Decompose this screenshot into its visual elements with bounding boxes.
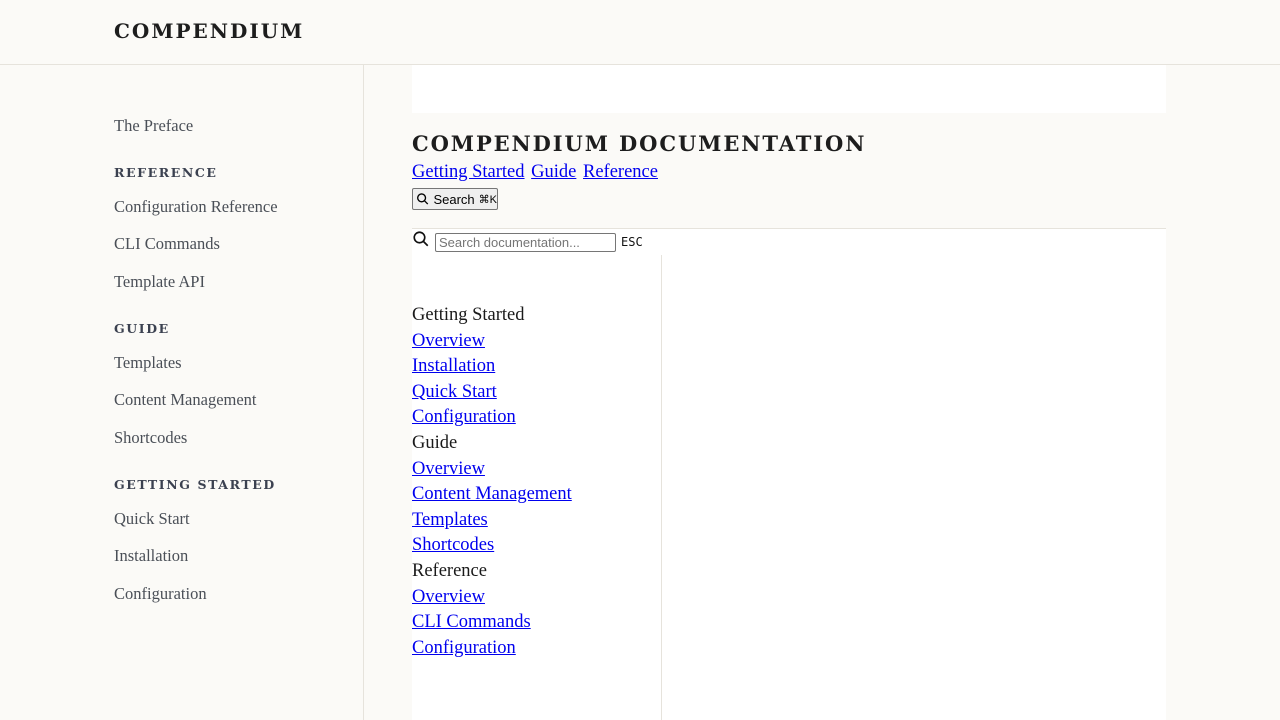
- sidebar-item-shortcodes[interactable]: Shortcodes: [114, 428, 187, 448]
- tree-link-templates[interactable]: Templates: [412, 508, 488, 534]
- sidebar-item-installation[interactable]: Installation: [114, 546, 188, 566]
- tree-link-content-management[interactable]: Content Management: [412, 482, 572, 508]
- search-icon: [417, 193, 429, 205]
- sidebar-item-template-api[interactable]: Template API: [114, 272, 205, 292]
- sidebar-item-configuration-reference[interactable]: Configuration Reference: [114, 197, 278, 217]
- sidebar-heading-reference: REFERENCE: [114, 165, 218, 180]
- sidebar-item-cli-commands[interactable]: CLI Commands: [114, 234, 220, 254]
- search-input[interactable]: [435, 233, 616, 252]
- sidebar-item-content-management[interactable]: Content Management: [114, 390, 257, 410]
- tree-link-overview[interactable]: Overview: [412, 585, 485, 611]
- site-logo[interactable]: COMPENDIUM: [114, 19, 304, 43]
- tree-link-configuration[interactable]: Configuration: [412, 636, 516, 662]
- tree-link-shortcodes[interactable]: Shortcodes: [412, 533, 494, 559]
- tree-link-overview[interactable]: Overview: [412, 329, 485, 355]
- esc-key-hint[interactable]: ESC: [621, 235, 643, 249]
- sidebar-item-templates[interactable]: Templates: [114, 353, 182, 373]
- search-button-label: Search: [433, 191, 475, 207]
- sidebar-item-configuration[interactable]: Configuration: [114, 584, 207, 604]
- tree-link-configuration[interactable]: Configuration: [412, 405, 516, 431]
- top-nav: Getting Started Guide Reference: [412, 162, 660, 183]
- search-icon: [413, 231, 429, 247]
- tree-section-reference: Reference: [412, 560, 487, 581]
- page-title: COMPENDIUM DOCUMENTATION: [412, 131, 867, 156]
- tree-link-quick-start[interactable]: Quick Start: [412, 380, 497, 406]
- tree-section-guide: Guide: [412, 432, 458, 453]
- sidebar-item-quick-start[interactable]: Quick Start: [114, 509, 190, 529]
- nav-link-guide[interactable]: Guide: [531, 162, 576, 182]
- doc-tree: Getting Started Overview Installation Qu…: [412, 303, 572, 661]
- sidebar-heading-guide: GUIDE: [114, 321, 170, 336]
- tree-link-installation[interactable]: Installation: [412, 354, 495, 380]
- tree-link-overview[interactable]: Overview: [412, 457, 485, 483]
- tree-link-cli-commands[interactable]: CLI Commands: [412, 610, 531, 636]
- search-shortcut: ⌘K: [478, 193, 497, 206]
- tree-section-getting-started: Getting Started: [412, 305, 525, 325]
- nav-link-getting-started[interactable]: Getting Started: [412, 162, 525, 182]
- sidebar-heading-getting-started: GETTING STARTED: [114, 477, 276, 492]
- nav-link-reference[interactable]: Reference: [583, 162, 658, 182]
- top-bar: COMPENDIUM: [0, 0, 1280, 65]
- sidebar-item-preface[interactable]: The Preface: [114, 116, 193, 136]
- content-top-spacer: [412, 65, 1166, 113]
- search-button[interactable]: Search ⌘K: [412, 188, 498, 210]
- panel-divider: [661, 255, 662, 720]
